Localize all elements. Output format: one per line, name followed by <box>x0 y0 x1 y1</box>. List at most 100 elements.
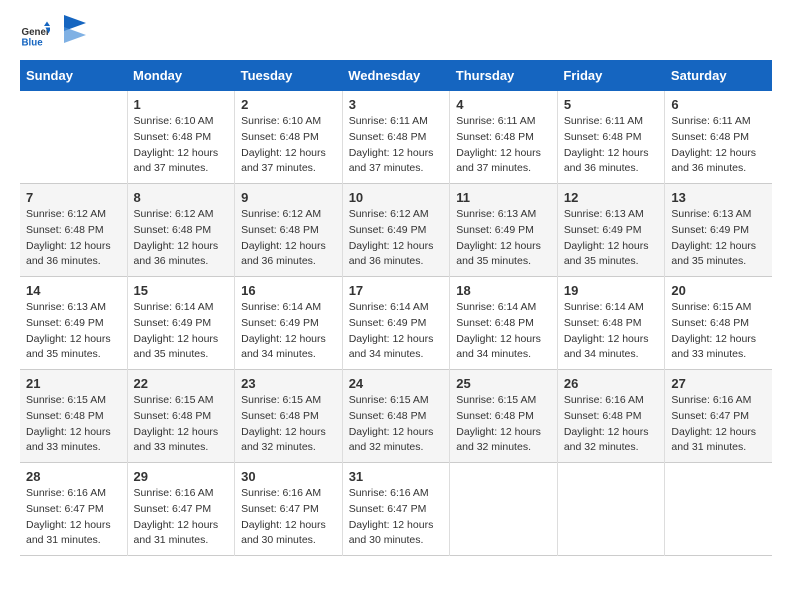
calendar-week-row: 1 Sunrise: 6:10 AMSunset: 6:48 PMDaylight… <box>20 91 772 184</box>
calendar-cell: 17 Sunrise: 6:14 AMSunset: 6:49 PMDayligh… <box>342 277 450 370</box>
day-info: Sunrise: 6:11 AMSunset: 6:48 PMDaylight:… <box>564 114 659 177</box>
calendar-cell: 6 Sunrise: 6:11 AMSunset: 6:48 PMDaylight… <box>665 91 772 184</box>
calendar-cell <box>20 91 127 184</box>
calendar-cell: 8 Sunrise: 6:12 AMSunset: 6:48 PMDaylight… <box>127 184 235 277</box>
calendar-cell: 13 Sunrise: 6:13 AMSunset: 6:49 PMDayligh… <box>665 184 772 277</box>
calendar-cell: 24Sunrise: 6:15 AMSunset: 6:48 PMDayligh… <box>342 370 450 463</box>
calendar-cell <box>450 463 558 556</box>
day-info: Sunrise: 6:15 AMSunset: 6:48 PMDaylight:… <box>26 393 121 456</box>
day-number: 17 <box>349 283 444 298</box>
day-number: 12 <box>564 190 659 205</box>
weekday-header-saturday: Saturday <box>665 60 772 91</box>
day-info: Sunrise: 6:13 AMSunset: 6:49 PMDaylight:… <box>671 207 766 270</box>
calendar-cell: 9 Sunrise: 6:12 AMSunset: 6:48 PMDaylight… <box>235 184 343 277</box>
day-number: 7 <box>26 190 121 205</box>
day-number: 20 <box>671 283 766 298</box>
day-info: Sunrise: 6:11 AMSunset: 6:48 PMDaylight:… <box>349 114 444 177</box>
calendar-cell: 30Sunrise: 6:16 AMSunset: 6:47 PMDayligh… <box>235 463 343 556</box>
calendar-cell: 14 Sunrise: 6:13 AMSunset: 6:49 PMDayligh… <box>20 277 127 370</box>
day-number: 16 <box>241 283 336 298</box>
svg-text:General: General <box>22 27 51 38</box>
day-info: Sunrise: 6:16 AMSunset: 6:47 PMDaylight:… <box>241 486 336 549</box>
day-info: Sunrise: 6:14 AMSunset: 6:49 PMDaylight:… <box>241 300 336 363</box>
calendar-cell: 11 Sunrise: 6:13 AMSunset: 6:49 PMDayligh… <box>450 184 558 277</box>
calendar-cell: 10Sunrise: 6:12 AMSunset: 6:49 PMDayligh… <box>342 184 450 277</box>
calendar-cell: 31 Sunrise: 6:16 AMSunset: 6:47 PMDayligh… <box>342 463 450 556</box>
weekday-header-wednesday: Wednesday <box>342 60 450 91</box>
calendar-cell: 27Sunrise: 6:16 AMSunset: 6:47 PMDayligh… <box>665 370 772 463</box>
weekday-header-friday: Friday <box>557 60 665 91</box>
day-info: Sunrise: 6:13 AMSunset: 6:49 PMDaylight:… <box>564 207 659 270</box>
day-number: 18 <box>456 283 551 298</box>
day-info: Sunrise: 6:15 AMSunset: 6:48 PMDaylight:… <box>456 393 551 456</box>
calendar-cell: 5 Sunrise: 6:11 AMSunset: 6:48 PMDaylight… <box>557 91 665 184</box>
day-info: Sunrise: 6:10 AMSunset: 6:48 PMDaylight:… <box>134 114 229 177</box>
day-info: Sunrise: 6:10 AMSunset: 6:48 PMDaylight:… <box>241 114 336 177</box>
day-number: 21 <box>26 376 121 391</box>
weekday-header-sunday: Sunday <box>20 60 127 91</box>
day-number: 2 <box>241 97 336 112</box>
logo-icon: General Blue <box>20 20 50 50</box>
calendar-cell: 1 Sunrise: 6:10 AMSunset: 6:48 PMDaylight… <box>127 91 235 184</box>
calendar-cell: 19 Sunrise: 6:14 AMSunset: 6:48 PMDayligh… <box>557 277 665 370</box>
day-info: Sunrise: 6:16 AMSunset: 6:47 PMDaylight:… <box>134 486 229 549</box>
day-number: 9 <box>241 190 336 205</box>
day-info: Sunrise: 6:11 AMSunset: 6:48 PMDaylight:… <box>456 114 551 177</box>
day-number: 31 <box>349 469 444 484</box>
calendar-cell: 23 Sunrise: 6:15 AMSunset: 6:48 PMDayligh… <box>235 370 343 463</box>
calendar-cell: 7Sunrise: 6:12 AMSunset: 6:48 PMDaylight… <box>20 184 127 277</box>
day-number: 8 <box>134 190 229 205</box>
calendar-cell <box>557 463 665 556</box>
calendar-cell: 4 Sunrise: 6:11 AMSunset: 6:48 PMDaylight… <box>450 91 558 184</box>
calendar-cell: 29 Sunrise: 6:16 AMSunset: 6:47 PMDayligh… <box>127 463 235 556</box>
day-info: Sunrise: 6:15 AMSunset: 6:48 PMDaylight:… <box>349 393 444 456</box>
calendar-cell <box>665 463 772 556</box>
day-info: Sunrise: 6:12 AMSunset: 6:48 PMDaylight:… <box>134 207 229 270</box>
day-info: Sunrise: 6:14 AMSunset: 6:48 PMDaylight:… <box>456 300 551 363</box>
calendar-cell: 22 Sunrise: 6:15 AMSunset: 6:48 PMDayligh… <box>127 370 235 463</box>
day-info: Sunrise: 6:14 AMSunset: 6:49 PMDaylight:… <box>134 300 229 363</box>
day-number: 23 <box>241 376 336 391</box>
calendar-cell: 26Sunrise: 6:16 AMSunset: 6:48 PMDayligh… <box>557 370 665 463</box>
day-number: 3 <box>349 97 444 112</box>
day-info: Sunrise: 6:16 AMSunset: 6:47 PMDaylight:… <box>349 486 444 549</box>
day-info: Sunrise: 6:14 AMSunset: 6:49 PMDaylight:… <box>349 300 444 363</box>
day-info: Sunrise: 6:11 AMSunset: 6:48 PMDaylight:… <box>671 114 766 177</box>
calendar-cell: 2 Sunrise: 6:10 AMSunset: 6:48 PMDaylight… <box>235 91 343 184</box>
day-number: 22 <box>134 376 229 391</box>
day-number: 19 <box>564 283 659 298</box>
logo: General Blue <box>20 20 86 50</box>
day-number: 11 <box>456 190 551 205</box>
day-number: 6 <box>671 97 766 112</box>
day-number: 25 <box>456 376 551 391</box>
day-info: Sunrise: 6:12 AMSunset: 6:48 PMDaylight:… <box>241 207 336 270</box>
day-info: Sunrise: 6:16 AMSunset: 6:47 PMDaylight:… <box>671 393 766 456</box>
day-number: 14 <box>26 283 121 298</box>
calendar-table: SundayMondayTuesdayWednesdayThursdayFrid… <box>20 60 772 556</box>
calendar-cell: 21 Sunrise: 6:15 AMSunset: 6:48 PMDayligh… <box>20 370 127 463</box>
calendar-cell: 28Sunrise: 6:16 AMSunset: 6:47 PMDayligh… <box>20 463 127 556</box>
calendar-cell: 25 Sunrise: 6:15 AMSunset: 6:48 PMDayligh… <box>450 370 558 463</box>
weekday-header-monday: Monday <box>127 60 235 91</box>
day-info: Sunrise: 6:14 AMSunset: 6:48 PMDaylight:… <box>564 300 659 363</box>
day-info: Sunrise: 6:15 AMSunset: 6:48 PMDaylight:… <box>134 393 229 456</box>
weekday-header-thursday: Thursday <box>450 60 558 91</box>
day-info: Sunrise: 6:16 AMSunset: 6:48 PMDaylight:… <box>564 393 659 456</box>
day-info: Sunrise: 6:13 AMSunset: 6:49 PMDaylight:… <box>456 207 551 270</box>
day-number: 29 <box>134 469 229 484</box>
calendar-week-row: 14 Sunrise: 6:13 AMSunset: 6:49 PMDayligh… <box>20 277 772 370</box>
day-number: 13 <box>671 190 766 205</box>
day-number: 5 <box>564 97 659 112</box>
calendar-cell: 3 Sunrise: 6:11 AMSunset: 6:48 PMDaylight… <box>342 91 450 184</box>
day-info: Sunrise: 6:15 AMSunset: 6:48 PMDaylight:… <box>241 393 336 456</box>
day-number: 10 <box>349 190 444 205</box>
calendar-cell: 16 Sunrise: 6:14 AMSunset: 6:49 PMDayligh… <box>235 277 343 370</box>
logo-arrow-icon <box>64 15 86 45</box>
day-number: 4 <box>456 97 551 112</box>
header: General Blue <box>20 20 772 50</box>
calendar-week-row: 21 Sunrise: 6:15 AMSunset: 6:48 PMDayligh… <box>20 370 772 463</box>
day-info: Sunrise: 6:13 AMSunset: 6:49 PMDaylight:… <box>26 300 121 363</box>
calendar-cell: 20Sunrise: 6:15 AMSunset: 6:48 PMDayligh… <box>665 277 772 370</box>
calendar-week-row: 28Sunrise: 6:16 AMSunset: 6:47 PMDayligh… <box>20 463 772 556</box>
day-number: 1 <box>134 97 229 112</box>
